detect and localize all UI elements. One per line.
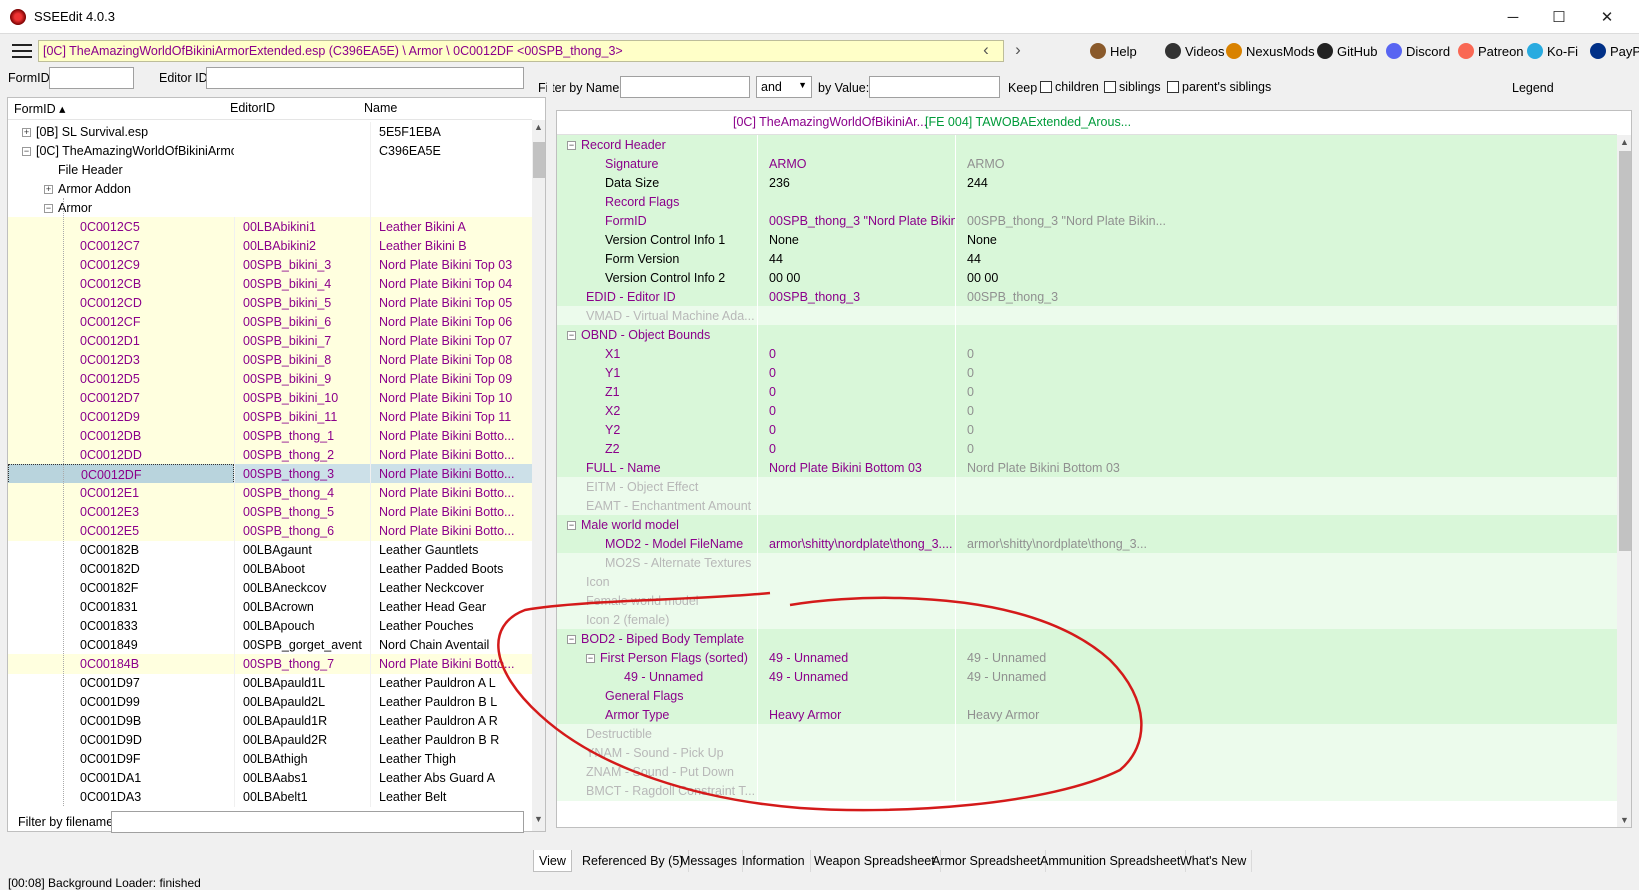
status-bar: [00:08] Background Loader: finished <box>8 876 201 890</box>
annotation-overlay <box>497 591 1143 812</box>
annotation-circle <box>497 591 1143 812</box>
